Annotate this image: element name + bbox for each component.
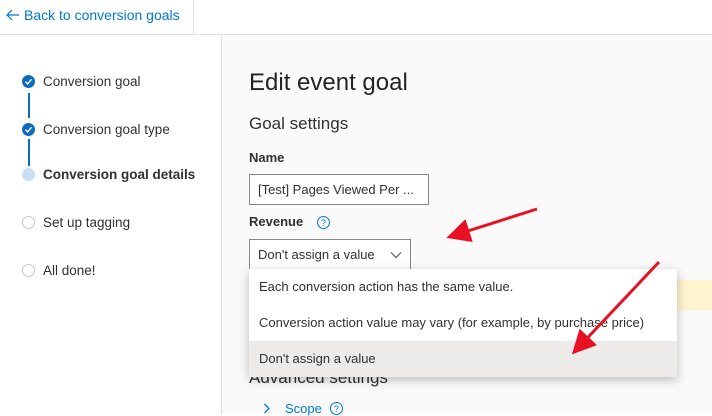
back-link-label: Back to conversion goals	[24, 7, 180, 23]
step-all-done: All done!	[22, 263, 96, 278]
help-icon[interactable]: ?	[329, 402, 343, 415]
dropdown-option-value-may-vary[interactable]: Conversion action value may vary (for ex…	[249, 305, 677, 341]
stepper-connector	[28, 93, 30, 118]
pending-step-icon	[22, 216, 35, 229]
arrow-left-icon	[6, 9, 19, 21]
progress-stepper: Conversion goal Conversion goal type Con…	[0, 36, 222, 414]
page-title: Edit event goal	[249, 69, 408, 96]
section-title: Goal settings	[249, 114, 349, 133]
step-conversion-goal-details[interactable]: Conversion goal details	[22, 167, 195, 182]
warning-banner-edge	[676, 280, 712, 310]
step-label: Set up tagging	[43, 215, 131, 230]
name-label: Name	[249, 150, 285, 165]
top-bar: Back to conversion goals	[0, 0, 712, 35]
step-label: All done!	[43, 263, 96, 278]
step-set-up-tagging: Set up tagging	[22, 215, 130, 230]
revenue-dropdown-list: Each conversion action has the same valu…	[249, 269, 677, 377]
step-label: Conversion goal details	[43, 167, 196, 182]
step-conversion-goal[interactable]: Conversion goal	[22, 74, 141, 89]
dropdown-option-dont-assign[interactable]: Don't assign a value	[249, 341, 677, 377]
checkmark-icon	[22, 75, 35, 88]
dropdown-option-same-value[interactable]: Each conversion action has the same valu…	[249, 269, 677, 305]
checkmark-icon	[22, 123, 35, 136]
step-label: Conversion goal	[43, 74, 141, 89]
pending-step-icon	[22, 264, 35, 277]
current-step-icon	[22, 168, 35, 181]
step-label: Conversion goal type	[43, 122, 170, 137]
revenue-select[interactable]: Don't assign a value	[249, 239, 411, 270]
revenue-label-row: Revenue ?	[249, 214, 330, 230]
topbar-divider	[193, 0, 194, 35]
help-icon[interactable]: ?	[316, 216, 330, 230]
step-conversion-goal-type[interactable]: Conversion goal type	[22, 122, 170, 137]
goal-name-input[interactable]: [Test] Pages Viewed Per ...	[249, 174, 429, 205]
revenue-selected-value: Don't assign a value	[258, 247, 375, 262]
revenue-label: Revenue	[249, 214, 304, 229]
chevron-right-icon	[264, 403, 270, 414]
back-to-conversion-goals-link[interactable]: Back to conversion goals	[6, 7, 180, 23]
stepper-connector	[28, 139, 30, 166]
chevron-down-icon	[390, 251, 402, 258]
